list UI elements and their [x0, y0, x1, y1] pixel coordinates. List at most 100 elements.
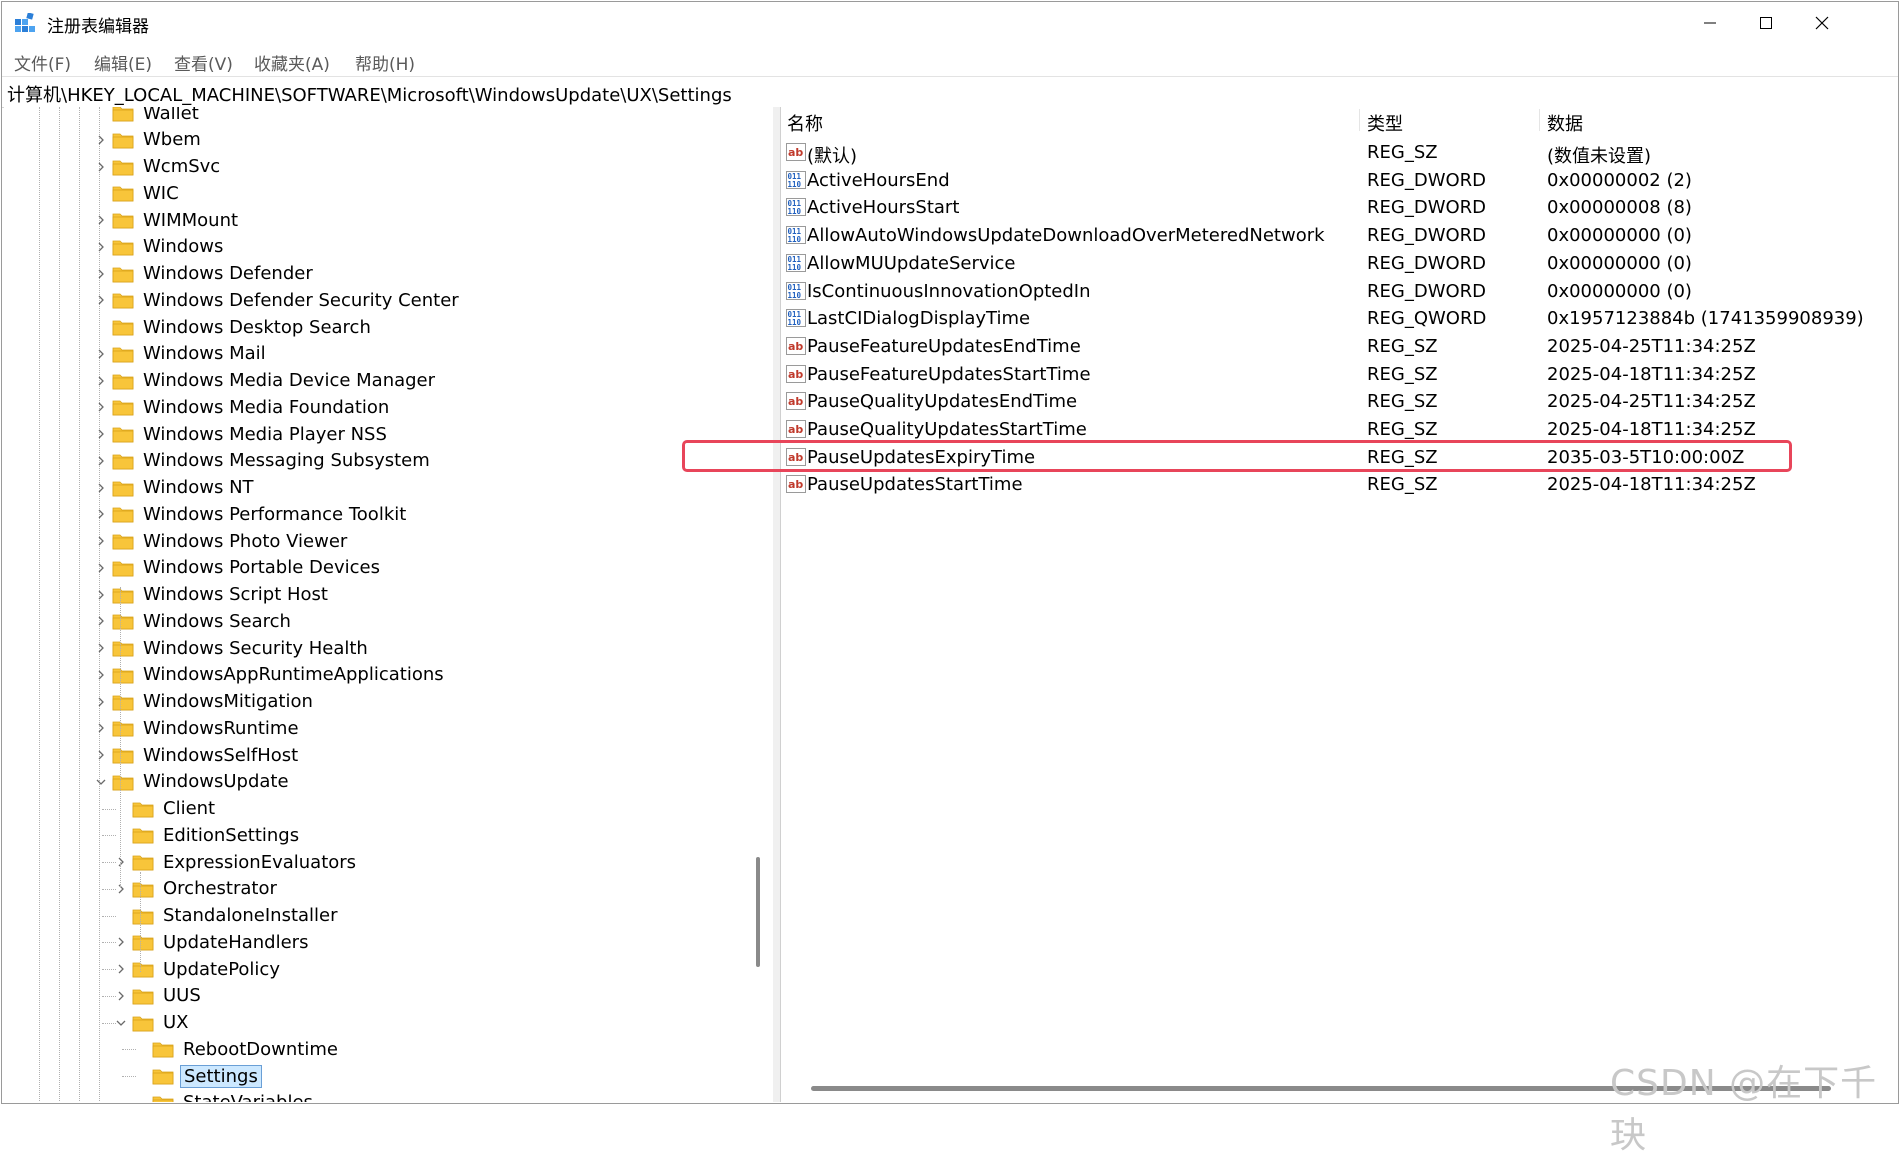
tree-item[interactable]: StandaloneInstaller — [114, 903, 341, 929]
tree-item[interactable]: Client — [114, 796, 218, 822]
title-bar[interactable]: 注册表编辑器 — [2, 2, 1898, 44]
chevron-right-icon[interactable] — [94, 614, 108, 628]
column-header-data[interactable]: 数据 — [1547, 110, 1583, 136]
tree-item-label[interactable]: UUS — [160, 985, 204, 1006]
tree-item-label[interactable]: Windows Photo Viewer — [140, 531, 350, 552]
chevron-down-icon[interactable] — [114, 1016, 128, 1030]
value-row[interactable]: ab PauseQualityUpdatesEndTime REG_SZ 2025-0… — [781, 388, 1898, 416]
tree-item-label[interactable]: Windows NT — [140, 477, 257, 498]
tree-item[interactable]: Orchestrator — [114, 876, 280, 902]
chevron-right-icon[interactable] — [94, 454, 108, 468]
tree-item-label[interactable]: Windows Desktop Search — [140, 317, 374, 338]
tree-item-label[interactable]: WIMMount — [140, 210, 241, 231]
tree-item-label[interactable]: UpdatePolicy — [160, 959, 283, 980]
chevron-right-icon[interactable] — [114, 882, 128, 896]
tree-item[interactable]: Windows Media Device Manager — [94, 368, 438, 394]
tree-item-label[interactable]: Windows Media Device Manager — [140, 370, 438, 391]
value-row[interactable]: ab PauseQualityUpdatesStartTime REG_SZ 2025… — [781, 416, 1898, 444]
chevron-right-icon[interactable] — [94, 561, 108, 575]
pane-splitter[interactable] — [773, 107, 781, 1102]
menu-file[interactable]: 文件(F) — [14, 50, 71, 75]
chevron-right-icon[interactable] — [94, 668, 108, 682]
chevron-right-icon[interactable] — [94, 507, 108, 521]
tree-item[interactable]: ExpressionEvaluators — [114, 849, 359, 875]
chevron-right-icon[interactable] — [114, 962, 128, 976]
tree-vertical-scrollbar[interactable] — [756, 857, 760, 967]
tree-item-label[interactable]: WindowsAppRuntimeApplications — [140, 664, 447, 685]
tree-item-label[interactable]: Windows Portable Devices — [140, 557, 383, 578]
value-row[interactable]: 011 110 LastCIDialogDisplayTime REG_QWORD 0x… — [781, 305, 1898, 333]
tree-item[interactable]: RebootDowntime — [134, 1036, 341, 1062]
tree-item[interactable]: Windows Script Host — [94, 582, 331, 608]
tree-item[interactable]: Windows Defender — [94, 261, 316, 287]
menu-favorites[interactable]: 收藏夹(A) — [254, 50, 330, 75]
tree-item-label[interactable]: WindowsSelfHost — [140, 745, 301, 766]
tree-item[interactable]: WIMMount — [94, 207, 241, 233]
value-row[interactable]: 011 110 IsContinuousInnovationOptedIn REG_D… — [781, 278, 1898, 306]
tree-item-label[interactable]: WindowsRuntime — [140, 718, 302, 739]
menu-view[interactable]: 查看(V) — [174, 50, 233, 75]
value-row[interactable]: 011 110 ActiveHoursEnd REG_DWORD 0x00000002 … — [781, 167, 1898, 195]
chevron-right-icon[interactable] — [114, 855, 128, 869]
close-button[interactable] — [1794, 2, 1850, 44]
chevron-right-icon[interactable] — [94, 374, 108, 388]
chevron-right-icon[interactable] — [94, 347, 108, 361]
tree-item-label[interactable]: Windows Messaging Subsystem — [140, 450, 433, 471]
tree-item-label[interactable]: Windows Defender — [140, 263, 316, 284]
value-list-pane[interactable]: 名称 类型 数据 ab (默认) REG_SZ (数值未设置) 011 110 Active… — [781, 107, 1898, 1102]
tree-item[interactable]: Windows Portable Devices — [94, 555, 383, 581]
tree-item[interactable]: UUS — [114, 983, 204, 1009]
tree-item[interactable]: Wbem — [94, 127, 204, 153]
chevron-right-icon[interactable] — [94, 481, 108, 495]
tree-item[interactable]: WcmSvc — [94, 154, 223, 180]
value-row[interactable]: 011 110 AllowMUUpdateService REG_DWORD 0x000… — [781, 250, 1898, 278]
tree-item[interactable]: Windows Media Foundation — [94, 394, 392, 420]
tree-item[interactable]: Settings — [134, 1063, 262, 1089]
tree-item-label[interactable]: Orchestrator — [160, 878, 280, 899]
chevron-right-icon[interactable] — [94, 427, 108, 441]
column-divider[interactable] — [1359, 109, 1360, 131]
column-divider[interactable] — [1539, 109, 1540, 131]
tree-item-label[interactable]: Windows Performance Toolkit — [140, 504, 409, 525]
tree-item[interactable]: Windows Performance Toolkit — [94, 501, 409, 527]
chevron-right-icon[interactable] — [94, 721, 108, 735]
chevron-right-icon[interactable] — [94, 133, 108, 147]
tree-item[interactable]: Wallet — [94, 107, 202, 126]
tree-item[interactable]: Windows — [94, 234, 226, 260]
key-tree-pane[interactable]: Wallet Wbem WcmSvc WIC WIMMount Windows Window… — [4, 107, 774, 1102]
tree-item[interactable]: Windows Media Player NSS — [94, 421, 390, 447]
tree-item-label[interactable]: Windows — [140, 236, 226, 257]
value-row[interactable]: ab PauseFeatureUpdatesEndTime REG_SZ 2025-0… — [781, 333, 1898, 361]
tree-item[interactable]: Windows Mail — [94, 341, 269, 367]
tree-item-label[interactable]: StandaloneInstaller — [160, 905, 341, 926]
chevron-right-icon[interactable] — [114, 935, 128, 949]
tree-item-label[interactable]: WIC — [140, 183, 182, 204]
tree-item-label[interactable]: Windows Search — [140, 611, 294, 632]
tree-item-label[interactable]: Windows Mail — [140, 343, 269, 364]
tree-item-label[interactable]: RebootDowntime — [180, 1039, 341, 1060]
address-bar[interactable]: 计算机\HKEY_LOCAL_MACHINE\SOFTWARE\Microsof… — [2, 76, 1898, 108]
tree-item-label[interactable]: Wallet — [140, 107, 202, 124]
tree-item-label[interactable]: Windows Media Player NSS — [140, 424, 390, 445]
tree-item[interactable]: Windows Desktop Search — [94, 314, 374, 340]
tree-item-label[interactable]: Settings — [180, 1064, 262, 1088]
tree-item-label[interactable]: Windows Script Host — [140, 584, 331, 605]
tree-item-label[interactable]: ExpressionEvaluators — [160, 852, 359, 873]
chevron-right-icon[interactable] — [114, 989, 128, 1003]
tree-item[interactable]: EditionSettings — [114, 822, 302, 848]
minimize-button[interactable] — [1682, 2, 1738, 44]
tree-item-label[interactable]: UpdateHandlers — [160, 932, 311, 953]
tree-item-label[interactable]: Windows Security Health — [140, 638, 371, 659]
chevron-right-icon[interactable] — [94, 293, 108, 307]
tree-item[interactable]: StateVariables — [134, 1090, 316, 1102]
chevron-right-icon[interactable] — [94, 588, 108, 602]
tree-item-label[interactable]: EditionSettings — [160, 825, 302, 846]
chevron-down-icon[interactable] — [94, 775, 108, 789]
chevron-right-icon[interactable] — [94, 240, 108, 254]
tree-item-label[interactable]: UX — [160, 1012, 192, 1033]
tree-item[interactable]: Windows Security Health — [94, 635, 371, 661]
tree-item[interactable]: Windows Defender Security Center — [94, 287, 462, 313]
column-header-name[interactable]: 名称 — [787, 110, 823, 136]
tree-item-label[interactable]: WindowsMitigation — [140, 691, 316, 712]
tree-item[interactable]: UX — [114, 1010, 192, 1036]
